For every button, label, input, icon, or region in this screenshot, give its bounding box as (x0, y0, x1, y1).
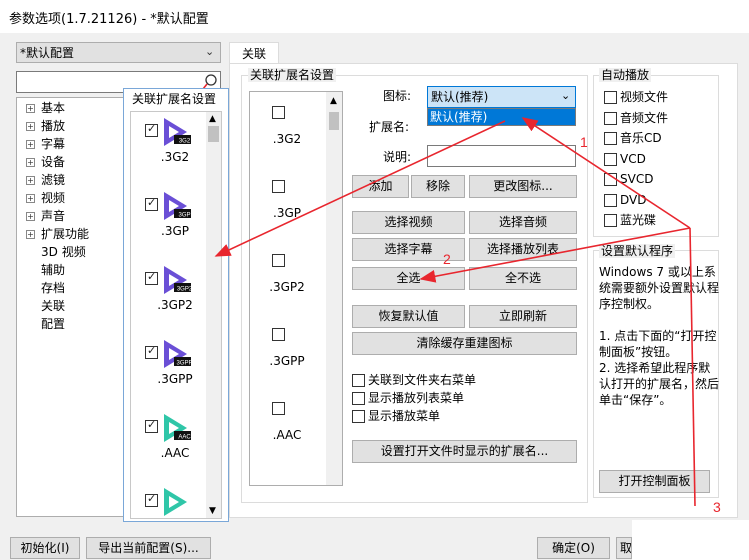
annotation-overlay: 1 2 3 (214, 117, 721, 515)
annotation-arrow-2 (521, 117, 691, 229)
annotation-line-4 (689, 227, 696, 507)
annotation-label-2: 2 (443, 251, 451, 267)
annotation-label-1: 1 (580, 134, 588, 150)
annotation-arrow-1 (214, 120, 506, 257)
annotation-arrow-3 (419, 227, 691, 283)
annotation-label-3: 3 (713, 499, 721, 515)
